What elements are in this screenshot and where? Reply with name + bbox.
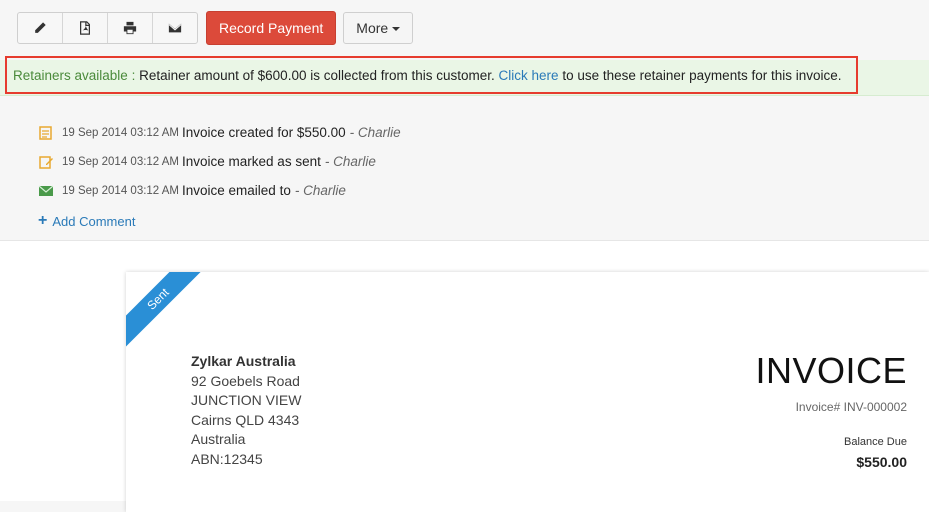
email-button[interactable]: [153, 13, 197, 43]
pdf-icon: [80, 21, 90, 35]
pencil-icon: [35, 22, 46, 33]
activity-author: - Charlie: [324, 154, 376, 169]
more-dropdown-button[interactable]: More: [343, 12, 414, 44]
activity-text: Invoice created for $550.00: [182, 125, 346, 140]
note-icon: [39, 125, 52, 140]
address-line-3: Cairns QLD 4343: [191, 411, 300, 428]
invoice-header: INVOICE Invoice# INV-000002 Balance Due …: [755, 350, 907, 470]
activity-text: Invoice marked as sent: [182, 154, 321, 169]
print-icon: [123, 21, 137, 35]
plus-icon: +: [38, 212, 48, 229]
address-line-1: 92 Goebels Road: [191, 372, 300, 389]
activity-log: 19 Sep 2014 03:12 AM Invoice created for…: [38, 118, 401, 205]
retainer-text: Retainer amount of $600.00 is collected …: [139, 67, 495, 83]
action-icon-group: [17, 12, 198, 44]
retainer-click-here-link[interactable]: Click here: [499, 68, 559, 83]
pdf-button[interactable]: [63, 13, 108, 43]
balance-due-value: $550.00: [856, 454, 907, 470]
activity-author: - Charlie: [294, 183, 346, 198]
activity-author: - Charlie: [349, 125, 401, 140]
activity-item: 19 Sep 2014 03:12 AM Invoice marked as s…: [38, 147, 401, 176]
activity-time: 19 Sep 2014 03:12 AM: [62, 155, 180, 168]
company-abn: ABN:12345: [191, 450, 263, 467]
mail-icon: [168, 23, 182, 33]
address-line-2: JUNCTION VIEW: [191, 392, 302, 408]
invoice-title: INVOICE: [755, 350, 907, 391]
balance-due-label: Balance Due: [844, 436, 907, 448]
invoice-toolbar: Record Payment More: [17, 11, 414, 45]
add-comment-link[interactable]: + Add Comment: [38, 213, 135, 229]
company-name: Zylkar Australia: [191, 353, 296, 369]
activity-item: 19 Sep 2014 03:12 AM Invoice emailed to …: [38, 176, 401, 205]
retainer-message: Retainers available : Retainer amount of…: [5, 56, 858, 94]
record-payment-button[interactable]: Record Payment: [206, 11, 337, 45]
activity-time: 19 Sep 2014 03:12 AM: [62, 126, 180, 139]
add-comment-label: Add Comment: [52, 213, 136, 229]
retainer-label: Retainers available :: [13, 67, 136, 83]
more-label: More: [356, 20, 389, 36]
invoice-number: Invoice# INV-000002: [795, 400, 907, 414]
activity-time: 19 Sep 2014 03:12 AM: [62, 184, 180, 197]
invoice-document: Sent Zylkar Australia 92 Goebels Road JU…: [126, 272, 929, 512]
print-button[interactable]: [108, 13, 153, 43]
company-address: Zylkar Australia 92 Goebels Road JUNCTIO…: [191, 352, 301, 469]
status-ribbon-label: Sent: [126, 272, 216, 357]
address-country: Australia: [191, 431, 246, 447]
edit-note-icon: [39, 155, 53, 169]
retainer-suffix: to use these retainer payments for this …: [562, 67, 842, 83]
edit-button[interactable]: [18, 13, 63, 43]
envelope-icon: [38, 185, 54, 196]
activity-item: 19 Sep 2014 03:12 AM Invoice created for…: [38, 118, 401, 147]
activity-text: Invoice emailed to: [182, 183, 291, 198]
caret-down-icon: [392, 26, 401, 31]
